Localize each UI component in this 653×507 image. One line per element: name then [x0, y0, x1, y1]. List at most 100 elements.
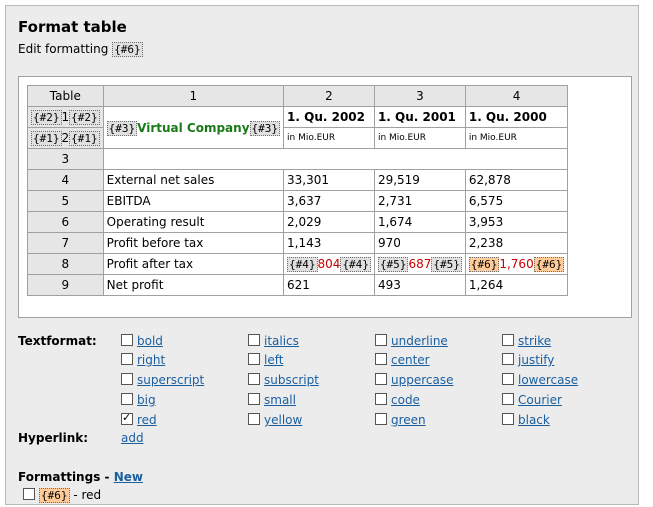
checkbox[interactable]: [248, 393, 260, 405]
table-cell[interactable]: 1,674: [373, 211, 466, 233]
format-tag[interactable]: {#4}: [340, 257, 371, 272]
add-hyperlink-link[interactable]: add: [121, 431, 144, 445]
textformat-link[interactable]: green: [391, 413, 426, 427]
unit-cell[interactable]: in Mio.EUR: [373, 127, 466, 149]
new-formatting-link[interactable]: New: [114, 470, 143, 484]
row-header[interactable]: 7: [27, 232, 104, 254]
textformat-link[interactable]: right: [137, 353, 165, 367]
format-tag[interactable]: {#5}: [431, 257, 462, 272]
checkbox[interactable]: [502, 334, 514, 346]
table-cell[interactable]: 493: [373, 274, 466, 296]
checkbox[interactable]: [375, 373, 387, 385]
format-tag[interactable]: {#3}: [249, 120, 281, 136]
textformat-link[interactable]: center: [391, 353, 430, 367]
checkbox[interactable]: [121, 353, 133, 365]
textformat-link[interactable]: justify: [518, 353, 554, 367]
checkbox[interactable]: [121, 411, 133, 425]
textformat-link[interactable]: underline: [391, 334, 448, 348]
row-header[interactable]: 3: [27, 148, 104, 170]
period-header-cell[interactable]: 1. Qu. 2001: [373, 106, 466, 128]
textformat-link[interactable]: subscript: [264, 373, 319, 387]
textformat-link[interactable]: italics: [264, 334, 299, 348]
table-cell[interactable]: 3,953: [464, 211, 569, 233]
unit-cell[interactable]: in Mio.EUR: [464, 127, 569, 149]
textformat-link[interactable]: yellow: [264, 413, 302, 427]
row-label[interactable]: External net sales: [102, 169, 285, 191]
row-label[interactable]: Operating result: [102, 211, 285, 233]
period-header-cell[interactable]: 1. Qu. 2000: [464, 106, 569, 128]
format-tag[interactable]: {#6}: [39, 488, 70, 503]
textformat-link[interactable]: small: [264, 393, 296, 407]
row-header[interactable]: 9: [27, 274, 104, 296]
format-tag[interactable]: {#5}: [377, 257, 409, 272]
checkbox[interactable]: [248, 373, 260, 385]
format-tag[interactable]: {#1}: [69, 131, 100, 146]
unit-cell[interactable]: in Mio.EUR: [283, 127, 375, 149]
table-cell[interactable]: 1,143: [283, 232, 375, 254]
table-cell[interactable]: 3,637: [283, 190, 375, 212]
table-cell[interactable]: 2,238: [464, 232, 569, 254]
checkbox[interactable]: [375, 353, 387, 365]
format-tag[interactable]: {#6}: [468, 257, 500, 272]
checkbox[interactable]: [502, 373, 514, 385]
row-label[interactable]: Profit after tax: [102, 253, 285, 275]
table-cell[interactable]: [102, 148, 569, 170]
textformat-link[interactable]: big: [137, 393, 156, 407]
textformat-link[interactable]: lowercase: [518, 373, 578, 387]
table-cell[interactable]: 62,878: [464, 169, 569, 191]
checkbox[interactable]: [248, 334, 260, 346]
checkbox[interactable]: [375, 334, 387, 346]
row-header[interactable]: 8: [27, 253, 104, 275]
formatting-checkbox[interactable]: [23, 488, 35, 500]
textformat-link[interactable]: uppercase: [391, 373, 453, 387]
format-tag[interactable]: {#1}: [31, 131, 62, 146]
row-header[interactable]: {#1} 2 {#1}: [27, 127, 104, 149]
textformat-link[interactable]: code: [391, 393, 420, 407]
row-header[interactable]: {#2} 1 {#2}: [27, 106, 104, 128]
row-header[interactable]: 5: [27, 190, 104, 212]
checkbox[interactable]: [502, 393, 514, 405]
checkbox[interactable]: [502, 413, 514, 425]
textformat-link[interactable]: bold: [137, 334, 163, 348]
column-header[interactable]: 2: [283, 85, 375, 107]
textformat-link[interactable]: superscript: [137, 373, 204, 387]
table-cell[interactable]: {#6} 1,760 {#6}: [464, 253, 569, 275]
table-cell[interactable]: {#4} 804 {#4}: [283, 253, 375, 275]
period-header-cell[interactable]: 1. Qu. 2002: [283, 106, 375, 128]
textformat-link[interactable]: Courier: [518, 393, 562, 407]
textformat-link[interactable]: left: [264, 353, 283, 367]
table-cell[interactable]: {#5} 687 {#5}: [373, 253, 466, 275]
checkbox[interactable]: [121, 334, 133, 346]
checkbox[interactable]: [248, 353, 260, 365]
table-cell[interactable]: 2,731: [373, 190, 466, 212]
row-label[interactable]: EBITDA: [102, 190, 285, 212]
table-cell[interactable]: 6,575: [464, 190, 569, 212]
checkbox[interactable]: [375, 413, 387, 425]
format-tag[interactable]: {#2}: [69, 110, 100, 125]
checkbox[interactable]: [121, 373, 133, 385]
table-cell[interactable]: 1,264: [464, 274, 569, 296]
row-label[interactable]: Profit before tax: [102, 232, 285, 254]
format-tag[interactable]: {#4}: [287, 257, 318, 272]
table-cell[interactable]: {#3} Virtual Company {#3}: [102, 106, 285, 149]
row-header[interactable]: 4: [27, 169, 104, 191]
table-cell[interactable]: 621: [283, 274, 375, 296]
row-label[interactable]: Net profit: [102, 274, 285, 296]
checkbox[interactable]: [375, 393, 387, 405]
column-header[interactable]: 3: [373, 85, 466, 107]
checkbox[interactable]: [248, 413, 260, 425]
textformat-link[interactable]: red: [137, 413, 157, 427]
table-cell[interactable]: 970: [373, 232, 466, 254]
table-cell[interactable]: 29,519: [373, 169, 466, 191]
textformat-link[interactable]: strike: [518, 334, 551, 348]
column-header[interactable]: 4: [464, 85, 569, 107]
table-cell[interactable]: 2,029: [283, 211, 375, 233]
checkbox[interactable]: [121, 393, 133, 405]
format-tag[interactable]: {#6}: [533, 257, 565, 272]
row-header[interactable]: 6: [27, 211, 104, 233]
checkbox[interactable]: [502, 353, 514, 365]
format-tag[interactable]: {#3}: [106, 120, 138, 136]
format-tag[interactable]: {#2}: [31, 110, 62, 125]
table-cell[interactable]: 33,301: [283, 169, 375, 191]
column-header[interactable]: 1: [102, 85, 285, 107]
